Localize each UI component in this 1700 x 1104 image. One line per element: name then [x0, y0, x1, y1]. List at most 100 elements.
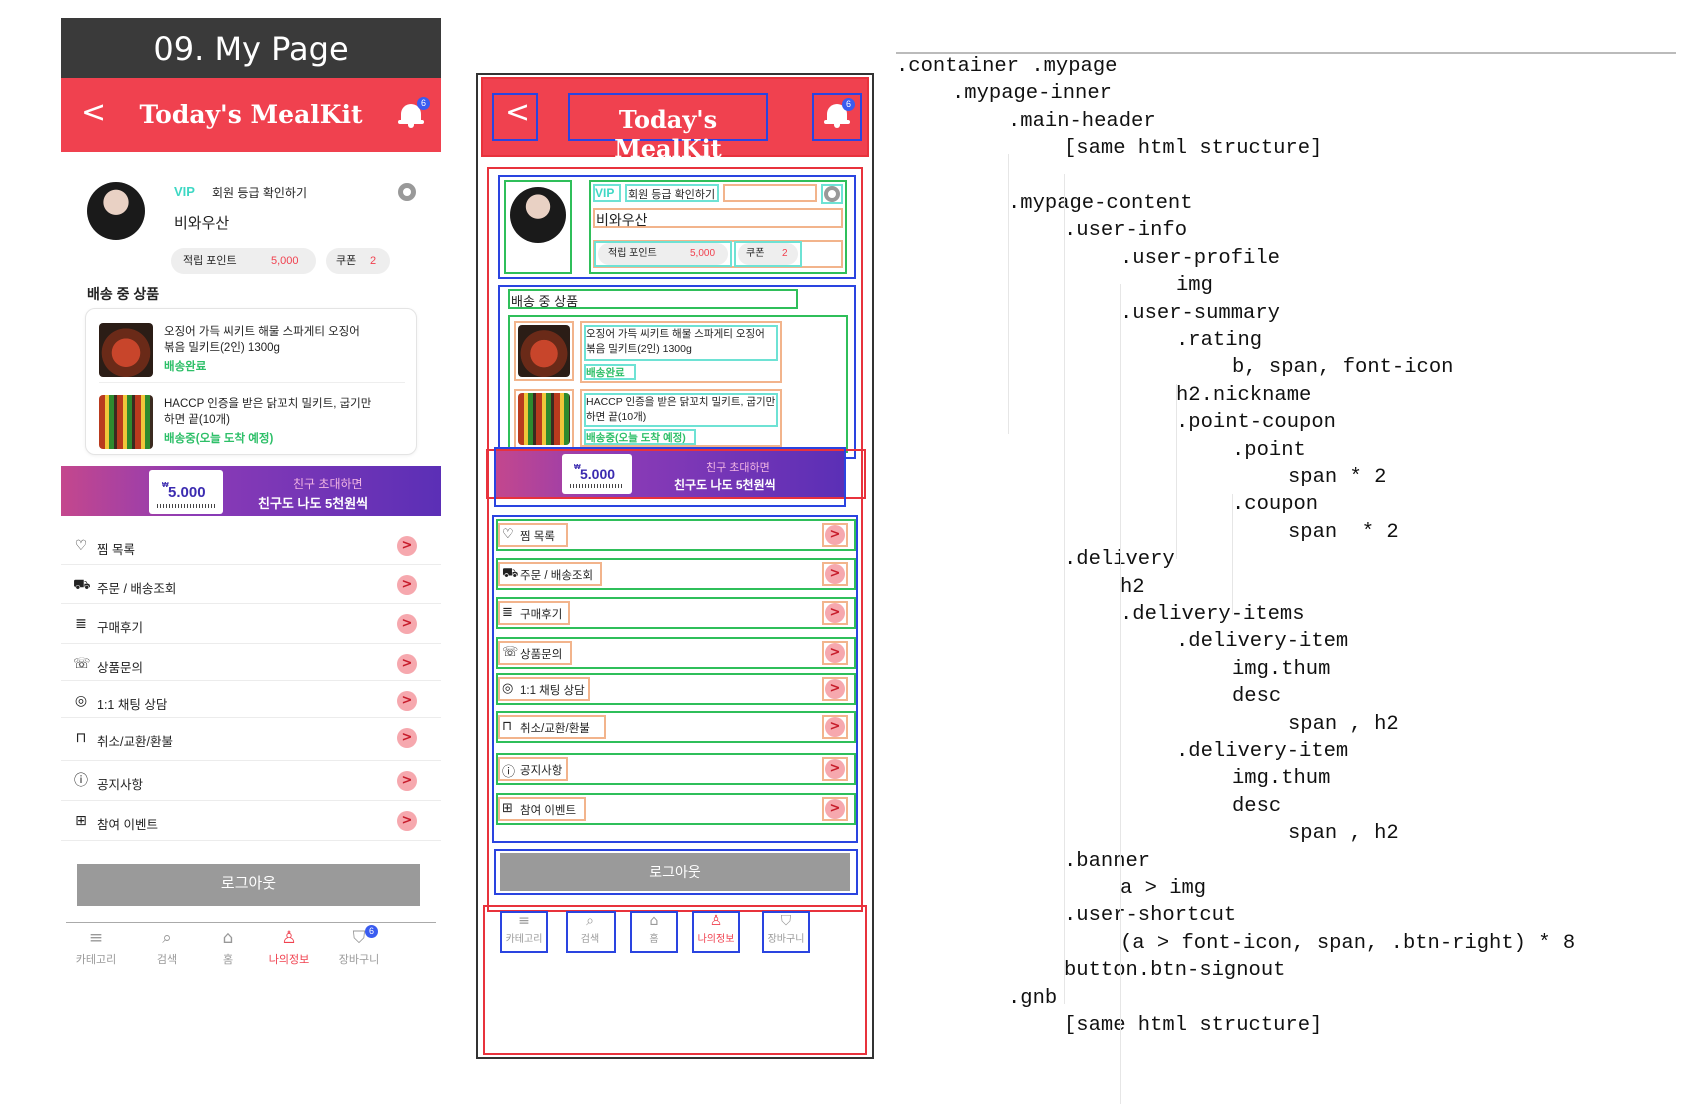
shortcut-row[interactable]: ⊞ 참여 이벤트 >: [61, 801, 441, 841]
chevron-right-icon[interactable]: >: [825, 525, 845, 545]
chevron-right-icon[interactable]: >: [825, 643, 845, 663]
search-icon: ⌕: [586, 913, 594, 929]
chevron-right-icon[interactable]: >: [397, 728, 417, 748]
shortcut-row[interactable]: ⛟ 주문 / 배송조회 >: [61, 565, 441, 604]
logout-button[interactable]: 로그아웃: [500, 853, 850, 891]
gnb-item[interactable]: ⌂ 홈: [624, 913, 684, 945]
gnb-item[interactable]: ⌕ 검색: [560, 913, 620, 945]
shortcut-label: 주문 / 배송조회: [520, 570, 594, 582]
gear-icon[interactable]: [824, 186, 840, 202]
gift-icon: ⊞: [75, 813, 87, 829]
chevron-right-icon[interactable]: >: [825, 799, 845, 819]
chevron-right-icon[interactable]: >: [397, 614, 417, 634]
shortcut-row[interactable]: ♡ 찜 목록 >: [61, 526, 441, 565]
review-icon: ≣: [75, 616, 87, 632]
chevron-right-icon[interactable]: >: [397, 771, 417, 791]
code-line: .user-profile: [1120, 246, 1280, 270]
delivery-thumbnail[interactable]: [99, 323, 153, 377]
gear-icon[interactable]: [398, 183, 416, 201]
truck-icon: ⛟: [502, 566, 519, 581]
shortcut-row[interactable]: ⊓ 취소/교환/환불 >: [61, 718, 441, 761]
gnb-item[interactable]: ⛉ 장바구니: [756, 913, 816, 945]
shortcut-label: 공지사항: [520, 765, 563, 777]
gnb-item[interactable]: ≡ 카테고리: [66, 928, 126, 967]
code-line: .point-coupon: [1176, 411, 1336, 435]
cart-icon: ⛉: [780, 913, 792, 929]
chevron-right-icon[interactable]: >: [825, 717, 845, 737]
notification-badge: 6: [842, 98, 855, 111]
chevron-right-icon[interactable]: >: [397, 654, 417, 674]
code-line: .mypage-content: [1008, 192, 1193, 215]
delivery-desc[interactable]: 오징어 가득 씨키트 해물 스파게티 오징어 볶음 밀키트(2인) 1300g: [586, 327, 765, 357]
chevron-right-icon[interactable]: >: [397, 691, 417, 711]
bag-icon: ⊓: [502, 719, 513, 734]
shortcut-label: 취소/교환/환불: [97, 735, 173, 749]
logout-button[interactable]: 로그아웃: [77, 864, 420, 906]
banner-line2: 친구도 나도 5천원씩: [258, 496, 369, 511]
gnb-label: 홈: [222, 954, 234, 966]
rating-link[interactable]: 회원 등급 확인하기: [212, 184, 307, 201]
point-pill[interactable]: 적립 포인트 5,000: [171, 248, 316, 274]
delivery-thumbnail[interactable]: [518, 325, 570, 377]
chevron-right-icon[interactable]: >: [397, 575, 417, 595]
delivery-status: 배송완료: [586, 367, 625, 379]
delivery-thumbnail[interactable]: [99, 395, 153, 449]
invite-banner[interactable]: ₩ 5.000 친구 초대하면 친구도 나도 5천원씩: [61, 466, 441, 516]
coupon-pill[interactable]: 쿠폰 2: [326, 248, 390, 274]
chevron-right-icon[interactable]: >: [825, 564, 845, 584]
code-line: .point: [1232, 438, 1306, 462]
gnb-label: 장바구니: [767, 934, 805, 945]
shortcut-label: 상품문의: [97, 661, 144, 675]
header-title: Today's MealKit: [614, 105, 722, 163]
delivery-heading: 배송 중 상품: [87, 286, 160, 302]
delivery-desc[interactable]: 오징어 가득 씨키트 해물 스파게티 오징어 볶음 밀키트(2인) 1300g: [164, 324, 360, 356]
shortcut-label: 구매후기: [520, 609, 563, 621]
gnb-label: 장바구니: [338, 954, 380, 966]
code-line: a > img: [1120, 877, 1207, 900]
code-line: .banner: [1064, 849, 1151, 873]
chevron-right-icon[interactable]: >: [825, 759, 845, 779]
code-line: .delivery-item: [1176, 630, 1349, 654]
notice-icon: ⓘ: [74, 773, 88, 789]
chevron-right-icon[interactable]: >: [825, 603, 845, 623]
avatar: [510, 187, 566, 243]
delivery-thumbnail[interactable]: [518, 393, 570, 445]
code-line: .rating: [1176, 329, 1263, 352]
gnb-item[interactable]: ♙ 나의정보: [686, 913, 746, 945]
code-line: .main-header: [1008, 109, 1156, 133]
mypage-mockup: 09. My Page < Today's MealKit 6 VIP 회원 등…: [61, 18, 441, 1058]
gnb-item[interactable]: ≡ 카테고리: [494, 913, 554, 945]
code-line: span * 2: [1288, 520, 1399, 544]
code-line: desc: [1232, 794, 1282, 818]
delivery-desc[interactable]: HACCP 인증을 받은 닭꼬치 밀키트, 굽기만 하면 끝(10개): [164, 396, 371, 428]
code-line: button.btn-signout: [1064, 959, 1286, 983]
shortcut-row[interactable]: ☏ 상품문의 >: [61, 644, 441, 681]
shortcut-row[interactable]: ◎ 1:1 채팅 상담 >: [61, 681, 441, 718]
gnb-item[interactable]: ⌕ 검색: [137, 928, 197, 967]
phone-icon: ☏: [502, 645, 519, 660]
chevron-right-icon[interactable]: >: [825, 679, 845, 699]
rating-link[interactable]: 회원 등급 확인하기: [628, 186, 715, 202]
gift-icon: ⊞: [502, 801, 513, 816]
truck-icon: ⛟: [73, 577, 91, 593]
chevron-right-icon[interactable]: >: [397, 811, 417, 831]
code-line: .coupon: [1232, 493, 1319, 517]
coupon-label: 쿠폰: [336, 255, 357, 267]
shortcut-label: 참여 이벤트: [520, 805, 577, 817]
code-line: (a > font-icon, span, .btn-right) * 8: [1120, 931, 1576, 955]
shortcut-row[interactable]: ⓘ 공지사항 >: [61, 761, 441, 801]
code-line: b, span, font-icon: [1232, 356, 1454, 380]
code-line: .user-summary: [1120, 301, 1280, 325]
code-line: span , h2: [1288, 822, 1399, 846]
back-button[interactable]: <: [505, 95, 530, 130]
gnb-item[interactable]: ⌂ 홈: [198, 928, 258, 967]
nickname: 비와우산: [596, 212, 648, 228]
chevron-right-icon[interactable]: >: [397, 536, 417, 556]
delivery-desc[interactable]: HACCP 인증을 받은 닭꼬치 밀키트, 굽기만 하면 끝(10개): [586, 395, 775, 425]
delivery-status: 배송중(오늘 도착 예정): [164, 433, 274, 445]
shortcut-label: 1:1 채팅 상담: [520, 685, 585, 697]
user-icon: ♙: [281, 928, 297, 948]
gnb-item[interactable]: ⛉ 장바구니: [329, 928, 389, 967]
shortcut-row[interactable]: ≣ 구매후기 >: [61, 604, 441, 644]
gnb-item[interactable]: ♙ 나의정보: [259, 928, 319, 967]
